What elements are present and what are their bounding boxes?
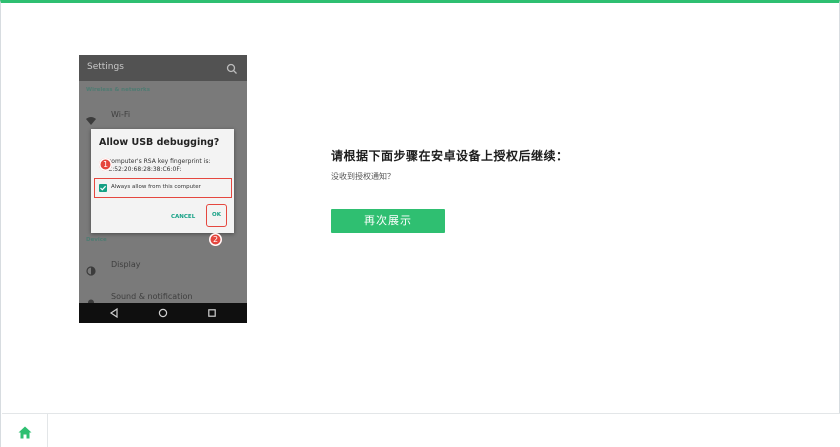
usb-debugging-dialog: Allow USB debugging? computer's RSA key … [91, 129, 234, 233]
phone-row-label: Display [111, 260, 141, 269]
search-icon [225, 61, 239, 75]
always-allow-row[interactable]: Always allow from this computer [94, 178, 232, 198]
step-1-badge: 1 [99, 158, 112, 171]
phone-illustration: Settings Wireless & networks Wi-Fi Devic… [79, 55, 247, 323]
dialog-title: Allow USB debugging? [99, 137, 220, 148]
phone-navbar [79, 303, 247, 323]
display-icon [86, 261, 96, 276]
dialog-ok-button[interactable]: OK [206, 204, 227, 227]
phone-row-label: Wi-Fi [111, 110, 131, 119]
phone-appbar: Settings [79, 55, 247, 81]
always-allow-checkbox[interactable] [99, 184, 107, 192]
dialog-body-line: computer's RSA key fingerprint is: [108, 158, 211, 165]
bell-icon [86, 293, 96, 308]
back-icon [109, 308, 118, 318]
always-allow-label: Always allow from this computer [111, 184, 201, 190]
phone-section-wireless: Wireless & networks [86, 87, 150, 93]
app-frame: Settings Wireless & networks Wi-Fi Devic… [0, 0, 840, 447]
phone-row-display: Display [86, 259, 240, 276]
recents-icon [208, 309, 216, 317]
home-nav-icon [158, 308, 168, 318]
dialog-cancel-button[interactable]: CANCEL [171, 214, 195, 220]
home-button[interactable] [2, 414, 48, 447]
phone-row-wifi: Wi-Fi [86, 109, 240, 125]
bottom-bar [2, 413, 840, 447]
instruction-title: 请根据下面步骤在安卓设备上授权后继续： [331, 149, 569, 163]
home-icon [18, 426, 31, 438]
phone-appbar-title: Settings [87, 62, 124, 72]
phone-row-label: Sound & notification [111, 292, 193, 301]
wifi-icon [86, 111, 96, 125]
hint-text: 没收到授权通知？ [331, 172, 395, 181]
show-again-button[interactable]: 再次展示 [331, 209, 445, 233]
step-2-badge: 2 [209, 233, 222, 246]
dialog-body: computer's RSA key fingerprint is: C:52:… [108, 158, 211, 174]
phone-section-device: Device [86, 237, 107, 243]
dialog-body-line: C:52:20:68:28:38:C6:0F: [108, 166, 182, 173]
